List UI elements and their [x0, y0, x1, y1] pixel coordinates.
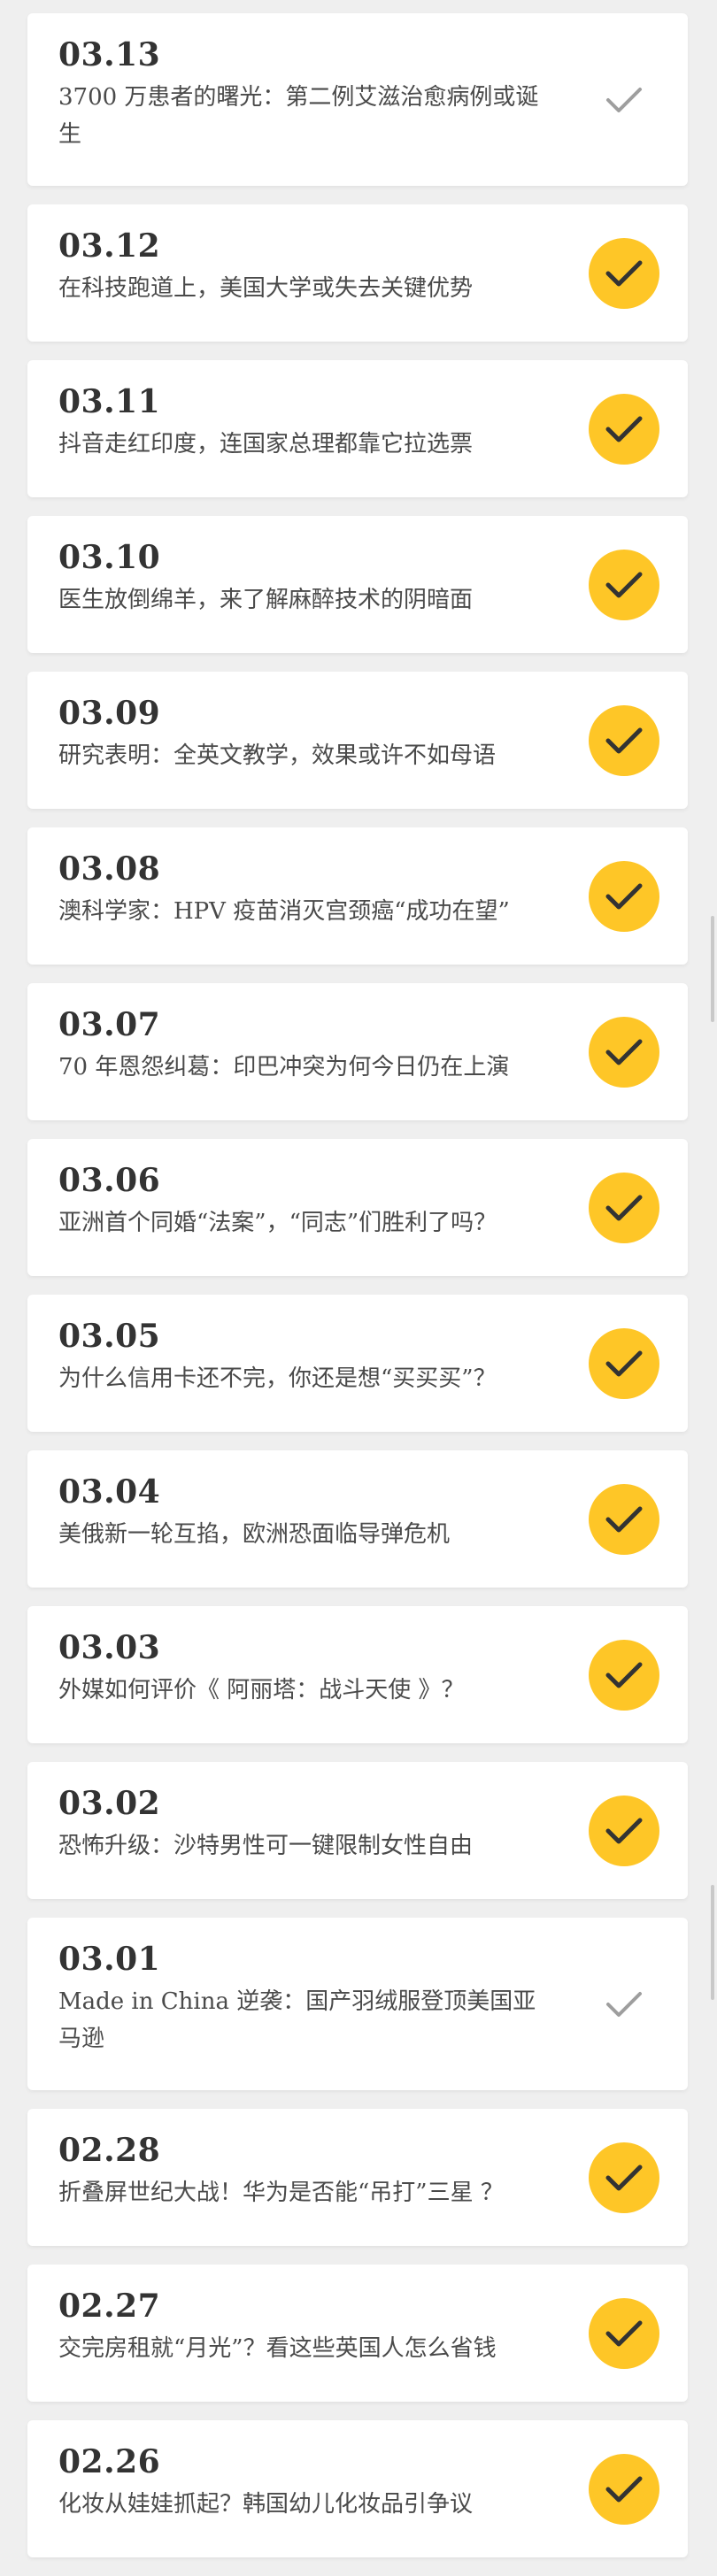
article-card[interactable]: 03.10 医生放倒绵羊，来了解麻醉技术的阴暗面 — [27, 516, 688, 653]
article-card[interactable]: 02.26 化妆从娃娃抓起？韩国幼儿化妆品引争议 — [27, 2420, 688, 2557]
article-date: 03.09 — [58, 695, 161, 732]
scrollbar[interactable] — [711, 916, 714, 1022]
check-circle-icon[interactable] — [589, 1172, 659, 1243]
check-circle-icon[interactable] — [589, 860, 659, 932]
article-title: 抖音走红印度，连国家总理都靠它拉选票 — [58, 431, 474, 458]
article-date: 03.08 — [58, 850, 161, 888]
check-circle-icon[interactable] — [589, 2453, 659, 2525]
article-title: 外媒如何评价《 阿丽塔：战斗天使 》？ — [58, 1677, 465, 1703]
check-circle-icon[interactable] — [589, 2297, 659, 2369]
article-card[interactable]: 03.03 外媒如何评价《 阿丽塔：战斗天使 》？ — [27, 1606, 688, 1743]
article-card[interactable]: 03.04 美俄新一轮互掐，欧洲恐面临导弹危机 — [27, 1450, 688, 1588]
article-card[interactable]: 02.27 交完房租就“月光”？看这些英国人怎么省钱 — [27, 2265, 688, 2402]
article-card[interactable]: 02.28 折叠屏世纪大战！华为是否能“吊打”三星 ？ — [27, 2109, 688, 2246]
check-icon[interactable] — [589, 1969, 659, 2040]
article-title: 在科技跑道上，美国大学或失去关键优势 — [58, 275, 474, 302]
check-circle-icon[interactable] — [589, 549, 659, 620]
page: { "items": [ {"date": "03.13", "title": … — [0, 0, 717, 2575]
article-date: 03.07 — [58, 1006, 161, 1043]
article-card[interactable]: 03.12 在科技跑道上，美国大学或失去关键优势 — [27, 204, 688, 342]
check-circle-icon[interactable] — [589, 1795, 659, 1866]
article-title: 澳科学家：HPV 疫苗消灭宫颈癌“成功在望” — [58, 898, 510, 925]
article-title: 医生放倒绵羊，来了解麻醉技术的阴暗面 — [58, 587, 474, 613]
article-date: 02.28 — [58, 2132, 161, 2169]
article-date: 03.03 — [58, 1629, 161, 1666]
article-title: 化妆从娃娃抓起？韩国幼儿化妆品引争议 — [58, 2491, 474, 2518]
article-card[interactable]: 03.13 3700 万患者的曙光：第二例艾滋治愈病例或诞生 — [27, 13, 688, 186]
article-title: 恐怖升级：沙特男性可一键限制女性自由 — [58, 1833, 474, 1859]
article-date: 03.06 — [58, 1162, 161, 1199]
article-title: 70 年恩怨纠葛：印巴冲突为何今日仍在上演 — [58, 1054, 510, 1080]
article-date: 03.05 — [58, 1318, 161, 1355]
check-circle-icon[interactable] — [589, 1483, 659, 1555]
article-title: 美俄新一轮互掐，欧洲恐面临导弹危机 — [58, 1521, 451, 1548]
article-date: 03.11 — [58, 383, 161, 420]
article-card[interactable]: 03.07 70 年恩怨纠葛：印巴冲突为何今日仍在上演 — [27, 983, 688, 1120]
article-date: 02.27 — [58, 2288, 161, 2325]
check-circle-icon[interactable] — [589, 1327, 659, 1399]
article-title: 研究表明：全英文教学，效果或许不如母语 — [58, 742, 497, 769]
check-circle-icon[interactable] — [589, 2142, 659, 2213]
check-circle-icon[interactable] — [589, 1016, 659, 1088]
article-card[interactable]: 03.11 抖音走红印度，连国家总理都靠它拉选票 — [27, 360, 688, 497]
article-date: 03.13 — [58, 36, 161, 73]
check-icon[interactable] — [589, 65, 659, 135]
article-list: 03.13 3700 万患者的曙光：第二例艾滋治愈病例或诞生 03.12 在科技跑道上… — [27, 13, 688, 2576]
article-card[interactable]: 03.05 为什么信用卡还不完，你还是想“买买买”？ — [27, 1295, 688, 1432]
article-title: 亚洲首个同婚“法案”，“同志”们胜利了吗？ — [58, 1210, 497, 1236]
check-circle-icon[interactable] — [589, 237, 659, 309]
scrollbar[interactable] — [711, 1885, 714, 2000]
article-card[interactable]: 03.08 澳科学家：HPV 疫苗消灭宫颈癌“成功在望” — [27, 827, 688, 965]
article-card[interactable]: 03.01 Made in China 逆袭：国产羽绒服登顶美国亚马逊 — [27, 1918, 688, 2090]
article-date: 02.26 — [58, 2443, 161, 2480]
article-card[interactable]: 03.06 亚洲首个同婚“法案”，“同志”们胜利了吗？ — [27, 1139, 688, 1276]
check-circle-icon[interactable] — [589, 1639, 659, 1711]
article-title: 为什么信用卡还不完，你还是想“买买买”？ — [58, 1365, 497, 1392]
article-title: 交完房租就“月光”？看这些英国人怎么省钱 — [58, 2335, 497, 2362]
article-date: 03.02 — [58, 1785, 161, 1822]
article-date: 03.01 — [58, 1941, 161, 1978]
article-title: Made in China 逆袭：国产羽绒服登顶美国亚马逊 — [58, 1988, 536, 2052]
check-circle-icon[interactable] — [589, 393, 659, 465]
article-title: 3700 万患者的曙光：第二例艾滋治愈病例或诞生 — [58, 84, 539, 148]
article-date: 03.12 — [58, 227, 161, 265]
article-date: 03.10 — [58, 539, 161, 576]
article-card[interactable]: 03.09 研究表明：全英文教学，效果或许不如母语 — [27, 672, 688, 809]
article-card[interactable]: 03.02 恐怖升级：沙特男性可一键限制女性自由 — [27, 1762, 688, 1899]
article-date: 03.04 — [58, 1473, 161, 1511]
check-circle-icon[interactable] — [589, 704, 659, 776]
article-title: 折叠屏世纪大战！华为是否能“吊打”三星 ？ — [58, 2180, 504, 2206]
